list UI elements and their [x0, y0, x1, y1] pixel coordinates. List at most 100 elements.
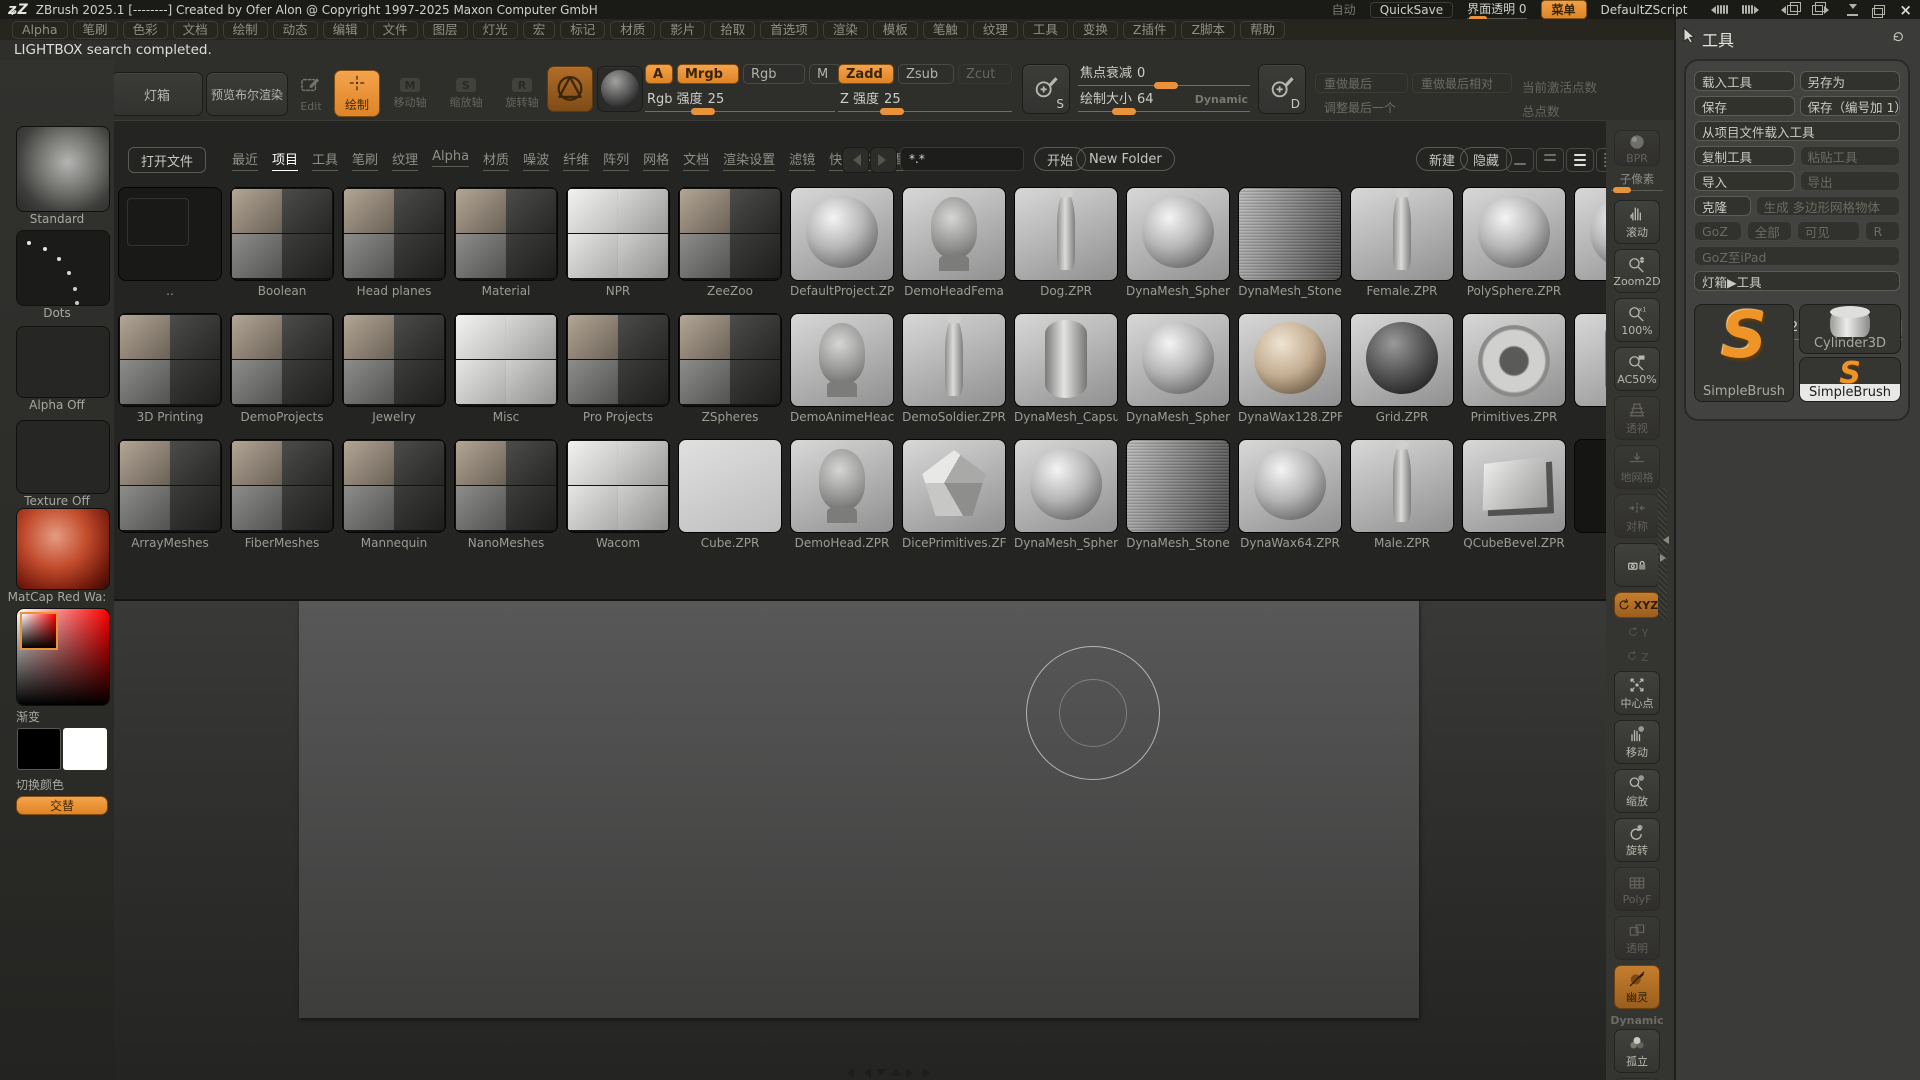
toggle-zcut[interactable]: Zcut	[958, 64, 1012, 84]
lightbox-tab-项目[interactable]: 项目	[272, 149, 298, 171]
lightbox-project-file[interactable]: DynaMesh_Stone	[1238, 187, 1342, 298]
focal-shift-slider[interactable]: 焦点衰减0	[1078, 62, 1250, 90]
toolbar-scrollbar[interactable]	[1658, 488, 1667, 620]
scroll-up-icon[interactable]	[1659, 536, 1669, 544]
subpixel-slider[interactable]: 子像素	[1611, 171, 1663, 195]
toggle-zsub[interactable]: Zsub	[898, 64, 954, 84]
lightbox-tab-文档[interactable]: 文档	[683, 149, 709, 171]
scroll-down-icon[interactable]	[1660, 554, 1670, 562]
lightbox-project-file[interactable]: RS_	[1574, 439, 1606, 550]
lightbox-project-file[interactable]: Grid.ZPR	[1350, 313, 1454, 424]
menu-Z脚本[interactable]: Z脚本	[1181, 21, 1235, 39]
alt-color-button[interactable]: 交替	[16, 796, 108, 815]
lightbox-tab-笔刷[interactable]: 笔刷	[352, 149, 378, 171]
menu-标记[interactable]: 标记	[560, 21, 605, 39]
menu-图层[interactable]: 图层	[423, 21, 468, 39]
lightbox-project-file[interactable]: DynaMesh_Spher	[1126, 187, 1230, 298]
tool-thumbnail-simplebrush-active[interactable]: S SimpleBrush	[1799, 357, 1901, 402]
lightbox-project-file[interactable]: QCubeBevel.ZPR	[1462, 439, 1566, 550]
edit-mode-button[interactable]: Edit	[291, 72, 331, 116]
scroll-left-icon[interactable]	[859, 1068, 871, 1078]
lightbox-project-file[interactable]: DynaWax128.ZPF	[1238, 313, 1342, 424]
lightbox-project-file[interactable]: DemoAnimeHeac	[790, 313, 894, 424]
interface-opacity-slider[interactable]: 界面透明 0	[1467, 0, 1526, 19]
current-alpha-thumbnail[interactable]	[16, 326, 110, 398]
rgb-intensity-slider[interactable]: Rgb 强度25	[645, 88, 835, 116]
clone-button[interactable]: 克隆	[1694, 196, 1751, 216]
menu-模板[interactable]: 模板	[873, 21, 918, 39]
stroke-button[interactable]: S	[1022, 64, 1070, 114]
lightbox-folder[interactable]: NPR	[566, 187, 670, 298]
import-button[interactable]: 导入	[1694, 171, 1795, 191]
lightbox-folder[interactable]: ZeeZoo	[678, 187, 782, 298]
menu-材质[interactable]: 材质	[610, 21, 655, 39]
lightbox-project-file[interactable]: DynaWax64.ZPR	[1238, 439, 1342, 550]
scroll-right-icon[interactable]	[906, 1068, 918, 1078]
rotate-xyz-button[interactable]: XYZ	[1614, 592, 1660, 618]
lightbox-button[interactable]: 灯箱	[111, 72, 203, 116]
perspective-button[interactable]: 透视	[1614, 396, 1660, 440]
tool-thumbnail-simplebrush-large[interactable]: S SimpleBrush	[1694, 304, 1794, 402]
menu-文件[interactable]: 文件	[373, 21, 418, 39]
view-size-3-button[interactable]	[1566, 148, 1594, 172]
scroll-canvas-button[interactable]: 滚动	[1614, 200, 1660, 244]
collapse-icon[interactable]	[876, 1069, 886, 1080]
quicksave-button[interactable]: QuickSave	[1370, 2, 1453, 18]
store-camera-button[interactable]	[1614, 543, 1660, 587]
antialiased-half-size-button[interactable]: AC50%	[1614, 347, 1660, 391]
lightbox-search-input[interactable]: *.*	[900, 147, 1024, 171]
lightbox-folder[interactable]: NanoMeshes	[454, 439, 558, 550]
copy-tool-button[interactable]: 复制工具	[1694, 146, 1795, 166]
save-button[interactable]: 保存	[1694, 96, 1795, 116]
adjust-last-button[interactable]: 调整最后一个	[1315, 97, 1415, 117]
tool-thumbnail-cylinder3d[interactable]: Cylinder3D	[1799, 304, 1901, 354]
actual-size-button[interactable]: x1100%	[1614, 298, 1660, 342]
lightbox-project-file[interactable]: DynaMesh_Spher	[1126, 313, 1230, 424]
menu-Alpha[interactable]: Alpha	[12, 21, 68, 39]
load-tool-button[interactable]: 载入工具	[1694, 71, 1795, 91]
menu-影片[interactable]: 影片	[660, 21, 705, 39]
toggle-m[interactable]: M	[809, 64, 841, 84]
menu-动态[interactable]: 动态	[273, 21, 318, 39]
draw-size-slider[interactable]: 绘制大小64 Dynamic	[1078, 88, 1250, 116]
lightbox-next-button[interactable]	[870, 147, 897, 173]
lightbox-tab-阵列[interactable]: 阵列	[603, 149, 629, 171]
move-gizmo-button[interactable]: M 移动轴	[386, 72, 434, 116]
local-pivot-button[interactable]: 中心点	[1614, 671, 1660, 715]
preview-bpr-button[interactable]: 预览布尔渲染	[206, 72, 288, 116]
rotate-z-button[interactable]: Z	[1614, 647, 1660, 667]
goz-all-button[interactable]: 全部	[1747, 221, 1792, 241]
lightbox-folder[interactable]: FiberMeshes	[230, 439, 334, 550]
lightbox-folder[interactable]: Wacom	[566, 439, 670, 550]
hide-button[interactable]: 隐藏	[1460, 147, 1512, 171]
lightbox-project-file[interactable]: DicePrimitives.ZF	[902, 439, 1006, 550]
current-stroke-thumbnail[interactable]	[16, 230, 110, 306]
lightbox-project-file[interactable]: Dog.ZPR	[1014, 187, 1118, 298]
lightbox-tab-Alpha[interactable]: Alpha	[432, 149, 469, 167]
lightbox-project-file[interactable]: Primitives.ZPR	[1462, 313, 1566, 424]
redo-last-button[interactable]: 重做最后	[1315, 73, 1408, 93]
lightbox-project-file[interactable]: DynaMesh_Spher	[1014, 439, 1118, 550]
dynamic-stroke-button[interactable]: D	[1258, 64, 1306, 114]
lightbox-tab-网格[interactable]: 网格	[643, 149, 669, 171]
save-as-button[interactable]: 另存为	[1800, 71, 1901, 91]
lightbox-tab-材质[interactable]: 材质	[483, 149, 509, 171]
toggle-rgb[interactable]: Rgb	[743, 64, 805, 84]
symmetry-button[interactable]: 对称	[1614, 494, 1660, 538]
paste-tool-button[interactable]: 粘贴工具	[1800, 146, 1901, 166]
goz-r-button[interactable]: R	[1865, 221, 1900, 241]
ghost-transparency-button[interactable]: 幽灵	[1614, 965, 1660, 1009]
secondary-color-swatch[interactable]	[63, 728, 107, 770]
toggle-mrgb[interactable]: Mrgb	[677, 64, 739, 84]
lightbox-to-tool-button[interactable]: 灯箱▶工具	[1694, 271, 1900, 291]
menu-绘制[interactable]: 绘制	[223, 21, 268, 39]
dock-left-icon[interactable]	[1777, 5, 1798, 15]
scroll-left-icon[interactable]	[842, 1068, 854, 1078]
expand-icon[interactable]	[891, 1064, 901, 1076]
current-brush-thumbnail[interactable]	[16, 126, 110, 212]
menu-拾取[interactable]: 拾取	[710, 21, 755, 39]
open-file-button[interactable]: 打开文件	[128, 147, 206, 173]
lightbox-folder[interactable]: Head planes	[342, 187, 446, 298]
lightbox-project-file[interactable]: DynaMesh_Capsu	[1014, 313, 1118, 424]
scale-gizmo-button[interactable]: S 缩放轴	[442, 72, 490, 116]
